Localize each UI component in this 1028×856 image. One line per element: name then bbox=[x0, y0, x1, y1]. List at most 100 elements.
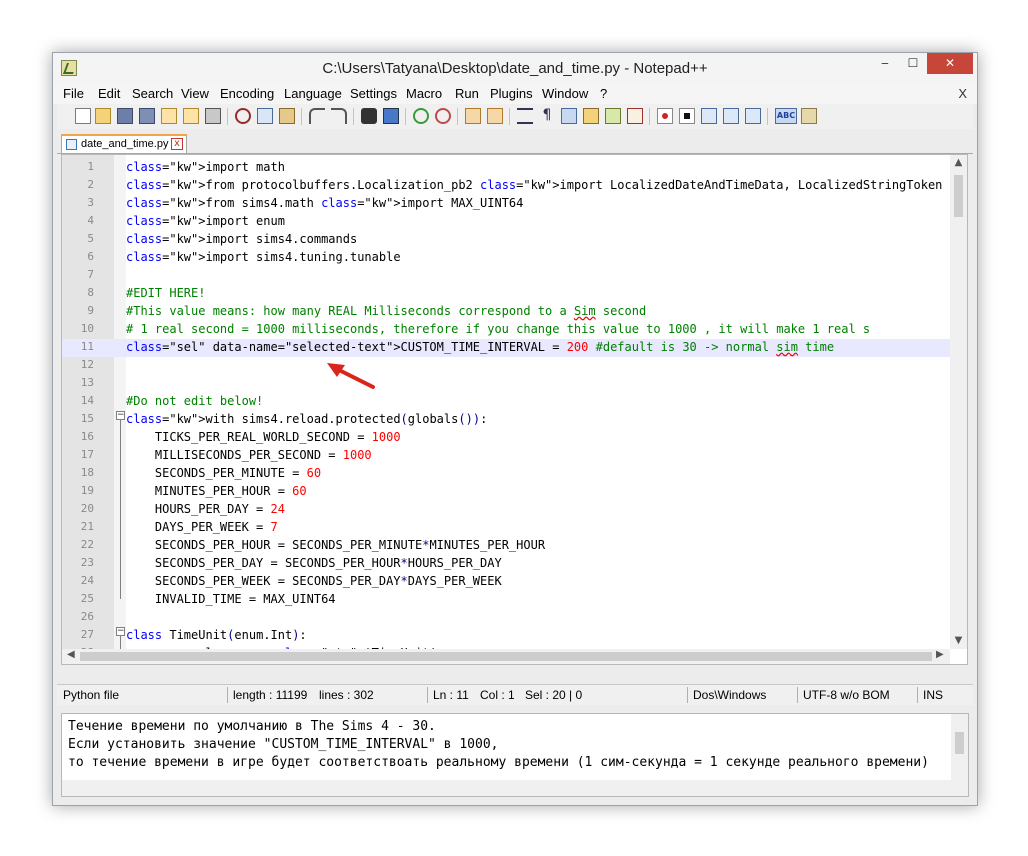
title-bar[interactable]: C:\Users\Tatyana\Desktop\date_and_time.p… bbox=[53, 53, 977, 84]
save-macro-icon[interactable] bbox=[745, 108, 761, 124]
cut-icon[interactable] bbox=[235, 108, 251, 124]
undo-icon[interactable] bbox=[309, 108, 325, 124]
save-all-icon[interactable] bbox=[139, 108, 155, 124]
plugin-icon[interactable] bbox=[801, 108, 817, 124]
status-separator bbox=[797, 687, 798, 703]
code-line[interactable]: 25 INVALID_TIME = MAX_UINT64 bbox=[62, 591, 950, 609]
user-language-icon[interactable] bbox=[583, 108, 599, 124]
menu-edit[interactable]: Edit bbox=[98, 86, 120, 101]
scroll-up-icon[interactable]: ▲ bbox=[950, 157, 967, 168]
code-line[interactable]: 6 class="kw">import sims4.tuning.tunable bbox=[62, 249, 950, 267]
code-line[interactable]: 9 #This value means: how many REAL Millis… bbox=[62, 303, 950, 321]
code-line[interactable]: 12 bbox=[62, 357, 950, 375]
redo-icon[interactable] bbox=[331, 108, 347, 124]
code-line[interactable]: 2 class="kw">from protocolbuffers.Localiz… bbox=[62, 177, 950, 195]
function-list-icon[interactable] bbox=[627, 108, 643, 124]
code-line[interactable]: 17 MILLISECONDS_PER_SECOND = 1000 bbox=[62, 447, 950, 465]
code-line[interactable]: 13 bbox=[62, 375, 950, 393]
code-line[interactable]: 20 HOURS_PER_DAY = 24 bbox=[62, 501, 950, 519]
code-line[interactable]: 16 TICKS_PER_REAL_WORLD_SECOND = 1000 bbox=[62, 429, 950, 447]
code-text: class="kw">from sims4.math class="kw">im… bbox=[126, 196, 524, 210]
code-line[interactable]: 18 SECONDS_PER_MINUTE = 60 bbox=[62, 465, 950, 483]
zoom-in-icon[interactable] bbox=[413, 108, 429, 124]
code-line[interactable]: 5 class="kw">import sims4.commands bbox=[62, 231, 950, 249]
code-line[interactable]: 10 # 1 real second = 1000 milliseconds, t… bbox=[62, 321, 950, 339]
code-line[interactable]: 11 class="sel" data-name="selected-text">… bbox=[62, 339, 950, 357]
save-icon[interactable] bbox=[117, 108, 133, 124]
menu-encoding[interactable]: Encoding bbox=[220, 86, 274, 101]
code-editor[interactable]: − − 1 class="kw">import math 2 class="kw">f… bbox=[61, 154, 968, 665]
menu-language[interactable]: Language bbox=[284, 86, 342, 101]
play-macro-icon[interactable] bbox=[701, 108, 717, 124]
code-line[interactable]: 19 MINUTES_PER_HOUR = 60 bbox=[62, 483, 950, 501]
bottom-text-line: Течение времени по умолчанию в The Sims … bbox=[68, 719, 436, 734]
replace-icon[interactable] bbox=[383, 108, 399, 124]
menu-settings[interactable]: Settings bbox=[350, 86, 397, 101]
code-line[interactable]: 1 class="kw">import math bbox=[62, 159, 950, 177]
menu-window[interactable]: Window bbox=[542, 86, 588, 101]
run-macro-multiple-icon[interactable] bbox=[723, 108, 739, 124]
status-eol[interactable]: Dos\Windows bbox=[693, 688, 766, 702]
minimize-button[interactable]: ‒ bbox=[871, 53, 899, 74]
zoom-out-icon[interactable] bbox=[435, 108, 451, 124]
sync-horizontal-icon[interactable] bbox=[487, 108, 503, 124]
code-line[interactable]: 22 SECONDS_PER_HOUR = SECONDS_PER_MINUTE… bbox=[62, 537, 950, 555]
menu-view[interactable]: View bbox=[181, 86, 209, 101]
toolbar-separator bbox=[509, 108, 510, 125]
show-all-characters-icon[interactable]: ¶ bbox=[539, 108, 555, 124]
code-line[interactable]: 15 class="kw">with sims4.reload.protected… bbox=[62, 411, 950, 429]
menu-run[interactable]: Run bbox=[455, 86, 479, 101]
tab-date-and-time[interactable]: date_and_time.py x bbox=[61, 134, 187, 153]
scrollbar-thumb[interactable] bbox=[955, 732, 964, 754]
sync-vertical-icon[interactable] bbox=[465, 108, 481, 124]
bottom-horizontal-scrollbar[interactable] bbox=[62, 780, 968, 796]
editor-vertical-scrollbar[interactable]: ▲ ▼ bbox=[950, 155, 967, 649]
document-map-icon[interactable] bbox=[605, 108, 621, 124]
status-insert-mode[interactable]: INS bbox=[923, 688, 943, 702]
code-line[interactable]: 3 class="kw">from sims4.math class="kw">i… bbox=[62, 195, 950, 213]
open-file-icon[interactable] bbox=[95, 108, 111, 124]
maximize-button[interactable]: ☐ bbox=[899, 53, 927, 74]
menu-file[interactable]: File bbox=[63, 86, 84, 101]
print-icon[interactable] bbox=[205, 108, 221, 124]
spell-check-icon[interactable]: ABC bbox=[775, 108, 797, 124]
code-text: MINUTES_PER_HOUR = 60 bbox=[126, 484, 307, 498]
code-line[interactable]: 26 bbox=[62, 609, 950, 627]
code-line[interactable]: 8 #EDIT HERE! bbox=[62, 285, 950, 303]
word-wrap-icon[interactable] bbox=[517, 108, 533, 124]
code-text: class="kw">import math bbox=[126, 160, 285, 174]
menu-macro[interactable]: Macro bbox=[406, 86, 442, 101]
status-encoding[interactable]: UTF-8 w/o BOM bbox=[803, 688, 890, 702]
bottom-vertical-scrollbar[interactable] bbox=[951, 714, 968, 780]
tab-close-icon[interactable]: x bbox=[171, 138, 183, 150]
find-icon[interactable] bbox=[361, 108, 377, 124]
menu-plugins[interactable]: Plugins bbox=[490, 86, 533, 101]
code-line[interactable]: 23 SECONDS_PER_DAY = SECONDS_PER_HOUR*HO… bbox=[62, 555, 950, 573]
menu-search[interactable]: Search bbox=[132, 86, 173, 101]
code-line[interactable]: 24 SECONDS_PER_WEEK = SECONDS_PER_DAY*DA… bbox=[62, 573, 950, 591]
bottom-text-area[interactable]: Течение времени по умолчанию в The Sims … bbox=[61, 713, 969, 797]
indent-guide-icon[interactable] bbox=[561, 108, 577, 124]
close-document-button[interactable]: X bbox=[958, 86, 967, 101]
record-macro-icon[interactable] bbox=[657, 108, 673, 124]
editor-horizontal-scrollbar[interactable]: ◀ ▶ bbox=[62, 649, 950, 664]
copy-icon[interactable] bbox=[257, 108, 273, 124]
menu-help[interactable]: ? bbox=[600, 86, 607, 101]
code-line[interactable]: 4 class="kw">import enum bbox=[62, 213, 950, 231]
code-line[interactable]: 27 class TimeUnit(enum.Int): bbox=[62, 627, 950, 645]
close-file-icon[interactable] bbox=[161, 108, 177, 124]
close-all-icon[interactable] bbox=[183, 108, 199, 124]
paste-icon[interactable] bbox=[279, 108, 295, 124]
scrollbar-thumb[interactable] bbox=[80, 652, 932, 661]
code-line[interactable]: 14 #Do not edit below! bbox=[62, 393, 950, 411]
scroll-left-icon[interactable]: ◀ bbox=[67, 649, 75, 660]
new-file-icon[interactable] bbox=[75, 108, 91, 124]
scroll-right-icon[interactable]: ▶ bbox=[936, 649, 944, 660]
scroll-down-icon[interactable]: ▼ bbox=[950, 635, 967, 646]
scrollbar-thumb[interactable] bbox=[954, 175, 963, 217]
code-text: SECONDS_PER_HOUR = SECONDS_PER_MINUTE*MI… bbox=[126, 538, 546, 552]
stop-macro-icon[interactable] bbox=[679, 108, 695, 124]
code-line[interactable]: 21 DAYS_PER_WEEK = 7 bbox=[62, 519, 950, 537]
close-window-button[interactable]: ✕ bbox=[927, 53, 973, 74]
code-line[interactable]: 7 bbox=[62, 267, 950, 285]
